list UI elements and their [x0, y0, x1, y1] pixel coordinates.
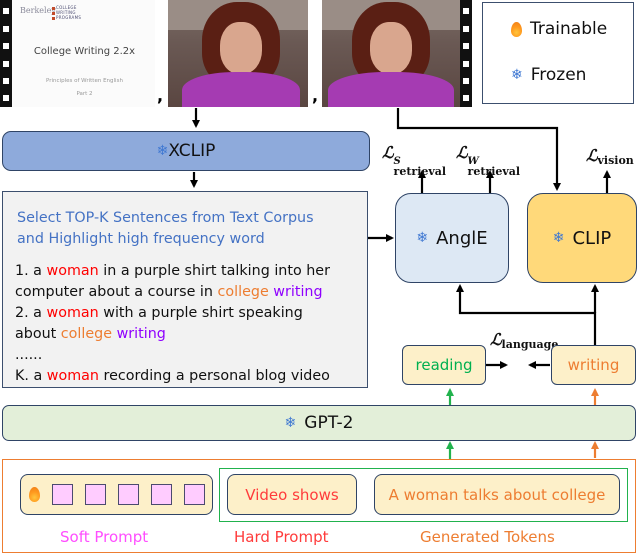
- writing-label: writing: [567, 356, 620, 374]
- loss-language: ℒlanguage: [490, 330, 559, 351]
- legend: Trainable ❄ Frozen: [482, 2, 634, 104]
- frame-separator: ,: [157, 86, 164, 105]
- soft-prompt-token: [52, 484, 73, 505]
- snowflake-icon: ❄: [511, 67, 523, 83]
- highlighted-word: woman: [46, 305, 99, 321]
- clip-label: CLIP: [572, 227, 612, 249]
- hard-prompt-caption: Hard Prompt: [234, 528, 329, 546]
- sentence-text: 2. a: [15, 305, 47, 321]
- flame-icon: [29, 487, 40, 502]
- gpt2-label: GPT-2: [304, 413, 354, 433]
- slide-logo-berkeley: Berkeley: [20, 6, 56, 15]
- sentence-text: ......: [15, 347, 43, 363]
- video-frame-2: [168, 0, 308, 107]
- video-frame-slide: Berkeley COLLEGE WRITING PROGRAMS Colleg…: [0, 0, 155, 107]
- reading-box: reading: [402, 345, 486, 385]
- legend-frozen-label: Frozen: [530, 65, 587, 85]
- snowflake-icon: ❄: [552, 230, 565, 246]
- corpus-sentence-line: 2. a woman with a purple shirt speaking: [15, 303, 330, 324]
- legend-frozen: ❄ Frozen: [511, 65, 586, 85]
- loss-retrieval-w: ℒ Wretrieval: [456, 143, 521, 178]
- generated-tokens-caption: Generated Tokens: [420, 528, 555, 546]
- film-strip: [460, 0, 472, 107]
- highlighted-word: college: [60, 326, 113, 342]
- corpus-box: Select TOP-K Sentences from Text Corpus …: [2, 191, 368, 388]
- corpus-sentence-line: computer about a course in college writi…: [15, 282, 330, 303]
- corpus-sentence-list: 1. a woman in a purple shirt talking int…: [15, 261, 330, 387]
- gpt2-module: ❄ GPT-2: [2, 405, 636, 441]
- highlighted-word: college: [217, 284, 269, 300]
- film-strip: [0, 0, 12, 107]
- xclip-label: XCLIP: [168, 141, 216, 161]
- sentence-text: in a purple shirt talking into her: [98, 263, 330, 279]
- highlighted-word: writing: [116, 326, 166, 342]
- legend-trainable: Trainable: [511, 19, 607, 39]
- frame-separator: ,: [312, 86, 319, 105]
- snowflake-icon: ❄: [156, 143, 169, 159]
- xclip-module: ❄ XCLIP: [2, 131, 370, 171]
- soft-prompt-token: [118, 484, 139, 505]
- soft-prompt-token: [151, 484, 172, 505]
- soft-prompt-tokens: [52, 484, 205, 505]
- corpus-sentence-line: ......: [15, 345, 330, 366]
- slide-subtitle: Principles of Written English: [46, 78, 123, 84]
- flame-icon: [511, 21, 522, 37]
- sentence-text: computer about a course in: [15, 284, 218, 300]
- sentence-text: about: [15, 326, 61, 342]
- snowflake-icon: ❄: [284, 415, 297, 431]
- hard-prompt-text: Video shows: [245, 485, 339, 504]
- soft-prompt-box: [20, 474, 213, 515]
- slide-logo-programs: COLLEGE WRITING PROGRAMS: [52, 5, 81, 20]
- generated-text: A woman talks about college: [388, 485, 606, 504]
- sentence-text: 1. a: [15, 263, 47, 279]
- legend-trainable-label: Trainable: [530, 19, 608, 39]
- loss-retrieval-s: ℒ Sretrieval: [382, 143, 447, 178]
- writing-box: writing: [551, 345, 636, 385]
- highlighted-word: woman: [46, 263, 99, 279]
- sentence-text: with a purple shirt speaking: [98, 305, 303, 321]
- angle-module: ❄ AnglE: [395, 193, 509, 283]
- video-frame-3: [322, 0, 472, 107]
- corpus-title: Select TOP-K Sentences from Text Corpus …: [17, 210, 314, 247]
- sentence-text: recording a personal blog video: [98, 368, 330, 384]
- soft-prompt-caption: Soft Prompt: [60, 528, 149, 546]
- highlighted-word: writing: [273, 284, 323, 300]
- soft-prompt-token: [184, 484, 205, 505]
- snowflake-icon: ❄: [416, 230, 429, 246]
- generated-tokens-box: A woman talks about college: [374, 474, 620, 515]
- corpus-sentence-line: 1. a woman in a purple shirt talking int…: [15, 261, 330, 282]
- soft-prompt-token: [85, 484, 106, 505]
- corpus-sentence-line: K. a woman recording a personal blog vid…: [15, 366, 330, 387]
- sentence-text: K. a: [15, 368, 47, 384]
- highlighted-word: woman: [46, 368, 99, 384]
- hard-prompt-box: Video shows: [227, 474, 357, 515]
- corpus-sentence-line: about college writing: [15, 324, 330, 345]
- slide-part: Part 2: [76, 91, 93, 97]
- loss-vision: ℒvision: [586, 146, 634, 167]
- slide-title: College Writing 2.2x: [33, 46, 136, 57]
- reading-label: reading: [415, 356, 473, 374]
- clip-module: ❄ CLIP: [527, 193, 637, 283]
- angle-label: AnglE: [436, 227, 488, 249]
